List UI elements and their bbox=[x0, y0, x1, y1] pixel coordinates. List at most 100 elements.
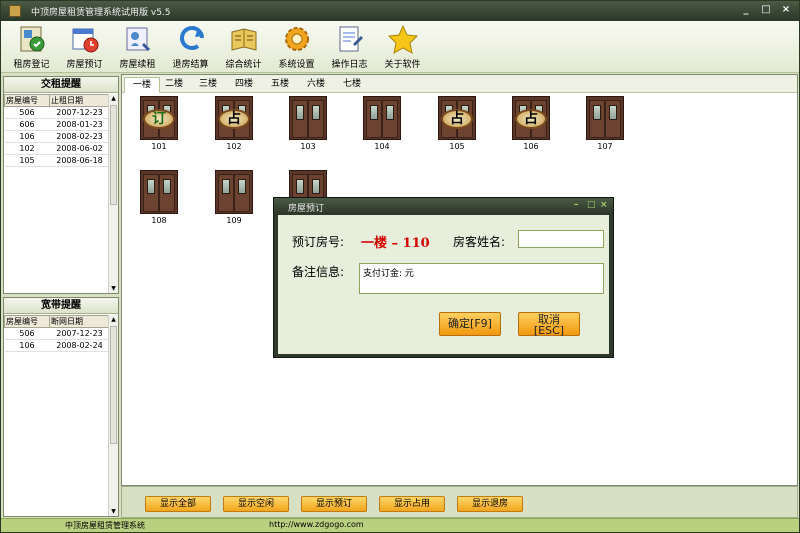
rent-reminder-title: 交租提醒 bbox=[4, 77, 118, 93]
room-number: 108 bbox=[151, 216, 167, 225]
room-102[interactable]: 占 102 bbox=[212, 96, 256, 151]
statistics-icon bbox=[231, 28, 257, 51]
scroll-down-icon[interactable]: ▼ bbox=[109, 507, 118, 516]
room-108[interactable]: 108 bbox=[137, 170, 181, 225]
reserved-badge: 订 bbox=[143, 109, 175, 129]
note-textarea[interactable]: 支付订金: 元 bbox=[359, 263, 604, 294]
minimize-button[interactable]: _ bbox=[739, 4, 753, 17]
show-vacant-button[interactable]: 显示空闲 bbox=[223, 496, 289, 512]
door-icon: 占 bbox=[438, 96, 476, 140]
guest-name-input[interactable] bbox=[518, 230, 604, 248]
table-row[interactable]: 105 2008-06-18 bbox=[4, 154, 110, 167]
renew-icon bbox=[126, 27, 151, 52]
renew-label: 房屋续租 bbox=[119, 60, 156, 70]
door-icon: 订 bbox=[140, 96, 178, 140]
tab-floor-1[interactable]: 一楼 bbox=[124, 77, 160, 93]
renew-button[interactable]: 房屋续租 bbox=[111, 21, 164, 73]
dialog-maximize-button[interactable]: □ bbox=[587, 200, 596, 210]
table-row[interactable]: 106 2008-02-24 bbox=[4, 339, 110, 352]
room-103[interactable]: 103 bbox=[286, 96, 330, 151]
col-room-number[interactable]: 房屋编号 bbox=[4, 94, 50, 107]
table-row[interactable]: 606 2008-01-23 bbox=[4, 118, 110, 131]
col-room-number[interactable]: 房屋编号 bbox=[4, 315, 50, 328]
cancel-button[interactable]: 取消 [ESC] bbox=[518, 312, 580, 336]
room-number: 106 bbox=[523, 142, 539, 151]
checkout-label: 退房结算 bbox=[172, 60, 209, 70]
room-number: 109 bbox=[226, 216, 242, 225]
dialog-title-bar: 房屋预订 – □ × bbox=[274, 198, 613, 214]
cell-room: 506 bbox=[4, 327, 50, 340]
broadband-reminder-title: 宽带提醒 bbox=[4, 298, 118, 314]
room-105[interactable]: 占 105 bbox=[435, 96, 479, 151]
status-url[interactable]: http://www.zdgogo.com bbox=[269, 520, 364, 529]
about-button[interactable]: 关于软件 bbox=[376, 21, 429, 73]
tab-floor-6[interactable]: 六楼 bbox=[298, 77, 334, 93]
close-button[interactable]: × bbox=[779, 4, 793, 17]
show-occupied-button[interactable]: 显示占用 bbox=[379, 496, 445, 512]
door-icon bbox=[289, 96, 327, 140]
rent-panel-scrollbar[interactable]: ▲ ▼ bbox=[108, 94, 118, 293]
tab-floor-3[interactable]: 三楼 bbox=[190, 77, 226, 93]
scroll-thumb[interactable] bbox=[110, 105, 117, 205]
cell-room: 105 bbox=[4, 154, 50, 167]
show-all-button[interactable]: 显示全部 bbox=[145, 496, 211, 512]
reservation-dialog: 房屋预订 – □ × 预订房号: 一楼 – 110 房客姓名: 备注信息: 支付… bbox=[273, 197, 614, 358]
door-icon bbox=[363, 96, 401, 140]
floor-tabs: 一楼 二楼 三楼 四楼 五楼 六楼 七楼 bbox=[122, 75, 797, 93]
scroll-thumb[interactable] bbox=[110, 326, 117, 444]
cell-date: 2008-01-23 bbox=[49, 118, 110, 131]
confirm-label: 确定[F9] bbox=[448, 317, 492, 330]
broadband-panel-scrollbar[interactable]: ▲ ▼ bbox=[108, 315, 118, 516]
register-button[interactable]: 租房登记 bbox=[5, 21, 58, 73]
room-number: 102 bbox=[226, 142, 242, 151]
reservation-button[interactable]: 房屋预订 bbox=[58, 21, 111, 73]
table-row[interactable]: 506 2007-12-23 bbox=[4, 106, 110, 119]
door-icon bbox=[215, 170, 253, 214]
room-101[interactable]: 订 101 bbox=[137, 96, 181, 151]
table-row[interactable]: 506 2007-12-23 bbox=[4, 327, 110, 340]
room-106[interactable]: 占 106 bbox=[509, 96, 553, 151]
statistics-button[interactable]: 综合统计 bbox=[217, 21, 270, 73]
reservation-label: 房屋预订 bbox=[66, 60, 103, 70]
room-109[interactable]: 109 bbox=[212, 170, 256, 225]
cell-date: 2008-06-18 bbox=[49, 154, 110, 167]
room-number: 101 bbox=[151, 142, 167, 151]
dialog-minimize-button[interactable]: – bbox=[574, 200, 579, 210]
col-end-date[interactable]: 止租日期 bbox=[49, 94, 110, 107]
room-number-value: 一楼 – 110 bbox=[361, 236, 430, 251]
show-checkout-button[interactable]: 显示退房 bbox=[457, 496, 523, 512]
cell-room: 506 bbox=[4, 106, 50, 119]
tab-floor-2[interactable]: 二楼 bbox=[156, 77, 192, 93]
log-button[interactable]: 操作日志 bbox=[323, 21, 376, 73]
broadband-reminder-panel: 宽带提醒 房屋编号 断网日期 506 2007-12-23 106 2008-02-… bbox=[3, 297, 119, 517]
cell-date: 2007-12-23 bbox=[49, 327, 110, 340]
show-reserved-button[interactable]: 显示预订 bbox=[301, 496, 367, 512]
scroll-up-icon[interactable]: ▲ bbox=[109, 94, 118, 103]
checkout-button[interactable]: 退房结算 bbox=[164, 21, 217, 73]
tab-floor-4[interactable]: 四楼 bbox=[226, 77, 262, 93]
settings-label: 系统设置 bbox=[278, 60, 315, 70]
guest-name-label: 房客姓名: bbox=[453, 235, 506, 249]
room-107[interactable]: 107 bbox=[583, 96, 627, 151]
scroll-down-icon[interactable]: ▼ bbox=[109, 284, 118, 293]
room-104[interactable]: 104 bbox=[360, 96, 404, 151]
door-icon: 占 bbox=[215, 96, 253, 140]
room-number: 105 bbox=[449, 142, 465, 151]
occupied-badge: 占 bbox=[515, 109, 547, 129]
dialog-title: 房屋预订 bbox=[288, 204, 325, 214]
maximize-button[interactable]: □ bbox=[759, 4, 773, 17]
status-app-name: 中顶房屋租赁管理系统 bbox=[65, 521, 145, 530]
dialog-close-button[interactable]: × bbox=[600, 200, 608, 210]
col-cutoff-date[interactable]: 断网日期 bbox=[49, 315, 110, 328]
rent-reminder-panel: 交租提醒 房屋编号 止租日期 506 2007-12-23 606 2008-01-… bbox=[3, 76, 119, 294]
settings-icon bbox=[285, 27, 309, 51]
tab-floor-5[interactable]: 五楼 bbox=[262, 77, 298, 93]
settings-button[interactable]: 系统设置 bbox=[270, 21, 323, 73]
table-row[interactable]: 106 2008-02-23 bbox=[4, 130, 110, 143]
broadband-reminder-table: 房屋编号 断网日期 506 2007-12-23 106 2008-02-24 bbox=[4, 315, 110, 352]
scroll-up-icon[interactable]: ▲ bbox=[109, 315, 118, 324]
confirm-button[interactable]: 确定[F9] bbox=[439, 312, 501, 336]
table-row[interactable]: 102 2008-06-02 bbox=[4, 142, 110, 155]
occupied-badge: 占 bbox=[441, 109, 473, 129]
tab-floor-7[interactable]: 七楼 bbox=[334, 77, 370, 93]
